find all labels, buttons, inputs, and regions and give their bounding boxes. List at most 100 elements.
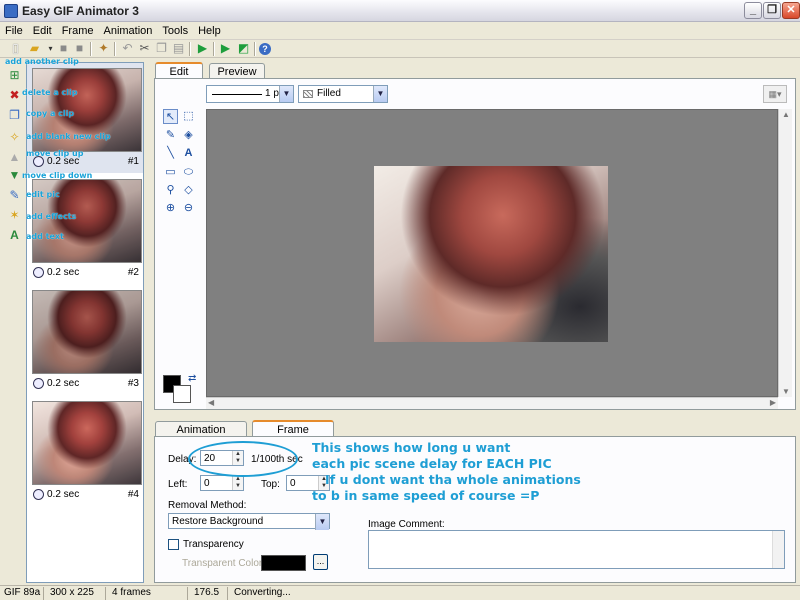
cut-icon[interactable]: ✂	[137, 41, 152, 56]
menu-tools[interactable]: Tools	[157, 22, 193, 37]
help-icon[interactable]: ?	[259, 43, 271, 55]
open-icon[interactable]: ▰	[27, 41, 42, 56]
annotation-move-up: move clip up	[26, 149, 84, 158]
copy-frame-icon[interactable]: ❐	[7, 108, 22, 123]
swap-colors-icon[interactable]: ⇄	[188, 373, 196, 384]
tab-edit[interactable]: Edit	[155, 62, 203, 79]
save-as-icon[interactable]: ■	[72, 41, 87, 56]
zoom-in-icon[interactable]: ⊕	[163, 201, 178, 216]
fill-bucket-icon[interactable]: ◈	[181, 128, 196, 143]
frame-item[interactable]: 0.2 sec #3	[27, 285, 143, 395]
edit-pic-icon[interactable]: ✎	[7, 188, 22, 203]
transparency-checkbox[interactable]	[168, 539, 179, 550]
left-label: Left:	[168, 479, 188, 490]
left-spinner[interactable]: ▲ ▼	[232, 476, 243, 490]
horizontal-scrollbar[interactable]: ◀ ▶	[206, 397, 778, 409]
eyedropper-icon[interactable]: ⚲	[163, 183, 178, 198]
line-width-select[interactable]: 1 px ▼	[206, 85, 294, 103]
annotation-move-down: move clip down	[22, 171, 93, 180]
transparent-color-label: Transparent Color:	[182, 558, 265, 569]
move-down-icon[interactable]: ▼	[7, 168, 22, 183]
maximize-button[interactable]: ❐	[763, 2, 781, 19]
paste-icon[interactable]: ▤	[171, 41, 186, 56]
annotation-copy-clip: copy a clip	[26, 109, 75, 118]
top-label: Top:	[261, 479, 280, 490]
clock-icon	[33, 489, 44, 500]
window-title: Easy GIF Animator 3	[22, 4, 139, 18]
menu-edit[interactable]: Edit	[28, 22, 57, 37]
add-blank-frame-icon[interactable]: ✧	[7, 130, 22, 145]
menu-file[interactable]: File	[0, 22, 28, 37]
frame-number: #4	[127, 489, 139, 500]
rect-select-icon[interactable]: ⬚	[181, 109, 196, 124]
menu-help[interactable]: Help	[193, 22, 226, 37]
chevron-down-icon[interactable]: ▼	[315, 514, 329, 530]
add-text-icon[interactable]: A	[7, 228, 22, 243]
line-icon[interactable]: ╲	[163, 146, 178, 161]
app-window: Easy GIF Animator 3 _ ❐ ✕ File Edit Frame A…	[0, 0, 800, 600]
canvas-area[interactable]	[206, 109, 778, 397]
wizard-icon[interactable]: ✦	[96, 41, 111, 56]
background-color[interactable]	[173, 385, 191, 403]
fill-mode-select[interactable]: Filled ▼	[298, 85, 388, 103]
frame-thumbnail	[32, 401, 142, 485]
zoom-out-icon[interactable]: ⊖	[181, 201, 196, 216]
image-comment-label: Image Comment:	[368, 519, 445, 530]
status-dimensions: 300 x 225	[46, 587, 106, 600]
preview-browser-icon[interactable]: ◩	[236, 41, 251, 56]
removal-method-label: Removal Method:	[168, 500, 247, 511]
drawing-tools: ↖ ⬚ ✎ ◈ ╲ A ▭ ⬭ ⚲ ◇ ⊕ ⊖	[163, 109, 203, 279]
tab-frame-properties[interactable]: Frame Properties	[252, 420, 334, 448]
status-frame-count: 4 frames	[108, 587, 188, 600]
annotation-note: This shows how long u want each pic scen…	[312, 440, 581, 503]
chevron-down-icon[interactable]: ▼	[279, 86, 293, 102]
pointer-icon[interactable]: ↖	[163, 109, 178, 124]
annotation-edit-pic: edit pic	[26, 190, 60, 199]
new-icon[interactable]: ▯	[8, 41, 23, 56]
removal-method-select[interactable]: Restore Background ▼	[168, 513, 330, 530]
save-icon[interactable]: ■	[56, 41, 71, 56]
undo-icon[interactable]: ↶	[120, 41, 135, 56]
frame-delay: 0.2 sec	[47, 378, 80, 389]
transparent-color-button[interactable]: ...	[313, 554, 328, 570]
minimize-button[interactable]: _	[744, 2, 762, 19]
add-frame-icon[interactable]: ⊞	[7, 68, 22, 83]
status-filesize: 176.5 KB	[190, 587, 228, 600]
frame-item[interactable]: 0.2 sec #4	[27, 396, 143, 506]
eraser-icon[interactable]: ◇	[181, 183, 196, 198]
frame-delay: 0.2 sec	[47, 267, 80, 278]
clock-icon	[33, 378, 44, 389]
title-bar: Easy GIF Animator 3 _ ❐ ✕	[0, 0, 800, 22]
annotation-add-effects: add effects	[26, 212, 77, 221]
transparency-label: Transparency	[183, 539, 244, 550]
menu-animation[interactable]: Animation	[98, 22, 157, 37]
frame-delay: 0.2 sec	[47, 489, 80, 500]
status-format: GIF 89a	[0, 587, 44, 600]
ellipse-icon[interactable]: ⬭	[181, 165, 196, 180]
zoom-select[interactable]: ▦▾	[763, 85, 787, 103]
chevron-down-icon[interactable]: ▼	[373, 86, 387, 102]
image-comment-field[interactable]	[368, 530, 785, 569]
move-up-icon[interactable]: ▲	[7, 150, 22, 165]
delete-frame-icon[interactable]: ✖	[7, 88, 22, 103]
transparent-color-swatch	[261, 555, 306, 571]
menu-frame[interactable]: Frame	[57, 22, 99, 37]
status-bar: GIF 89a 300 x 225 4 frames 176.5 KB Conv…	[0, 585, 800, 600]
play-icon[interactable]: ▶	[195, 41, 210, 56]
copy-icon[interactable]: ❐	[154, 41, 169, 56]
pencil-icon[interactable]: ✎	[163, 128, 178, 143]
fill-mode-value: Filled	[317, 88, 341, 99]
preview-icon[interactable]: ▶	[218, 41, 233, 56]
rectangle-icon[interactable]: ▭	[163, 165, 178, 180]
frame-image	[374, 166, 608, 342]
effects-icon[interactable]: ✶	[7, 208, 22, 223]
close-button[interactable]: ✕	[782, 2, 800, 19]
left-input[interactable]: 0 ▲ ▼	[200, 475, 244, 491]
annotation-add-blank: add blank new clip	[26, 132, 111, 141]
fill-pattern-icon	[303, 90, 313, 98]
vertical-scrollbar[interactable]: ▲ ▼	[778, 109, 792, 397]
text-tool-icon[interactable]: A	[181, 146, 196, 161]
comment-scrollbar[interactable]	[772, 531, 784, 568]
status-message: Converting...	[234, 587, 291, 598]
annotation-add-clip: add another clip	[5, 57, 79, 66]
